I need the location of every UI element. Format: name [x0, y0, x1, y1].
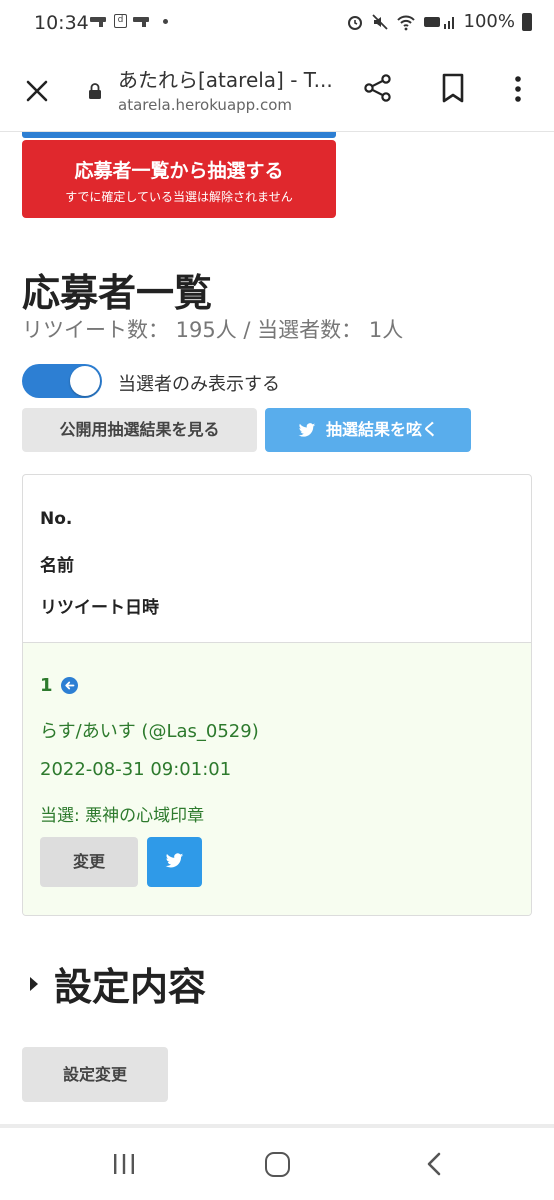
- previous-button-edge[interactable]: [22, 132, 336, 138]
- settings-heading[interactable]: 設定内容: [54, 956, 206, 1011]
- tweet-results-label: 抽選結果を呟く: [325, 420, 438, 439]
- more-options-icon[interactable]: [508, 74, 528, 104]
- volte-signal-icon: [423, 16, 454, 29]
- bookmark-icon[interactable]: [440, 72, 466, 104]
- more-notifications-icon: [163, 18, 168, 24]
- back-icon[interactable]: [424, 1152, 444, 1176]
- page-url[interactable]: atarela.herokuapp.com: [118, 96, 292, 114]
- tweet-winner-button[interactable]: [147, 837, 202, 887]
- battery-percent: 100%: [463, 11, 515, 32]
- system-status-icons: 100%: [346, 11, 532, 32]
- winners-only-label: 当選者のみ表示する: [118, 374, 280, 395]
- wifi-icon: [396, 15, 415, 30]
- applicants-heading: 応募者一覧: [22, 271, 213, 315]
- game-notification-icon: [133, 16, 151, 27]
- browser-toolbar: あたれら[atarela] - T... atarela.herokuapp.c…: [0, 48, 554, 132]
- page-title-text[interactable]: あたれら[atarela] - T...: [118, 64, 340, 93]
- system-nav-bar: [0, 1128, 554, 1200]
- battery-icon: [522, 12, 532, 31]
- close-icon[interactable]: [22, 76, 52, 106]
- home-icon[interactable]: [265, 1152, 290, 1177]
- twitter-icon: [165, 853, 184, 868]
- winners-only-toggle[interactable]: [22, 364, 102, 398]
- expand-caret-icon[interactable]: [30, 977, 38, 991]
- draw-from-applicants-button[interactable]: 応募者一覧から抽選する すでに確定している当選は解除されません: [22, 140, 336, 218]
- table-header: No. 名前 リツイート日時: [23, 475, 531, 643]
- mute-icon: [371, 13, 388, 30]
- draw-button-label: 応募者一覧から抽選する: [74, 160, 284, 182]
- retweet-winner-counts: リツイート数： 195人 / 当選者数： 1人: [22, 318, 404, 342]
- tweet-results-button[interactable]: 抽選結果を呟く: [265, 408, 471, 452]
- draw-button-sublabel: すでに確定している当選は解除されません: [65, 190, 293, 204]
- toggle-knob: [70, 366, 100, 396]
- app-notification-icon: d: [114, 14, 127, 28]
- view-public-results-button[interactable]: 公開用抽選結果を見る: [22, 408, 257, 452]
- change-settings-button[interactable]: 設定変更: [22, 1047, 168, 1102]
- arrow-left-circle-icon[interactable]: [60, 677, 78, 694]
- lock-icon: [89, 83, 101, 99]
- change-winner-button[interactable]: 変更: [40, 837, 138, 887]
- column-header-no: No.: [40, 509, 73, 529]
- game-notification-icon: [90, 16, 108, 27]
- share-icon[interactable]: [362, 72, 394, 104]
- column-header-name: 名前: [40, 556, 74, 576]
- recent-apps-icon[interactable]: [112, 1153, 136, 1175]
- status-time: 10:34: [34, 12, 89, 34]
- applicants-table: No. 名前 リツイート日時 1 らす/あいす (@Las_0529) 2022…: [22, 474, 532, 916]
- column-header-retweet-time: リツイート日時: [40, 598, 159, 618]
- row-retweet-time: 2022-08-31 09:01:01: [40, 759, 232, 780]
- alarm-icon: [347, 15, 362, 30]
- row-name[interactable]: らす/あいす (@Las_0529): [40, 717, 259, 743]
- status-bar: 10:34 d 100%: [0, 0, 554, 48]
- row-prize: 当選: 悪神の心域印章: [40, 806, 205, 826]
- twitter-icon: [298, 423, 316, 437]
- row-number-value: 1: [40, 675, 53, 696]
- notification-icons: d: [90, 14, 168, 28]
- row-number: 1: [40, 675, 78, 696]
- table-row: 1 らす/あいす (@Las_0529) 2022-08-31 09:01:01…: [23, 643, 531, 915]
